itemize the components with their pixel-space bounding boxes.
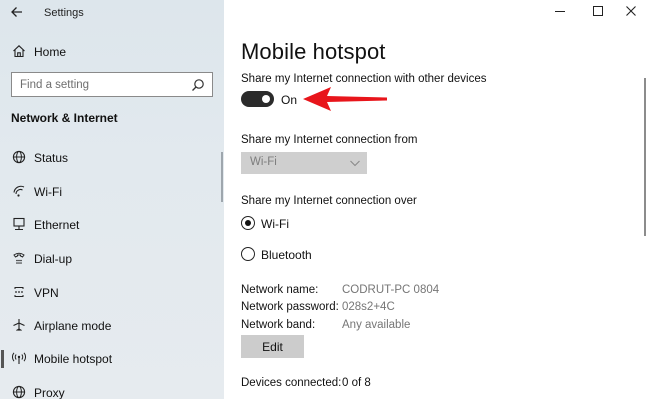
hotspot-icon <box>12 352 26 364</box>
globe-icon <box>12 385 26 399</box>
sidebar-item-label: Wi-Fi <box>34 185 62 199</box>
main-content: Mobile hotspot Share my Internet connect… <box>224 0 648 399</box>
network-password-value: 028s2+4C <box>342 301 395 313</box>
devices-connected-value: 0 of 8 <box>342 377 371 389</box>
globe-icon <box>12 150 26 164</box>
share-over-label: Share my Internet connection over <box>241 195 417 207</box>
airplane-icon <box>13 319 25 331</box>
sidebar-item-dial-up[interactable]: Dial-up <box>0 244 224 274</box>
back-arrow-icon[interactable] <box>9 4 25 20</box>
network-band-label: Network band: <box>241 319 316 331</box>
maximize-icon[interactable] <box>591 4 605 18</box>
devices-connected-label: Devices connected: <box>241 377 342 389</box>
sidebar-item-status[interactable]: Status <box>0 143 224 173</box>
radio-label: Bluetooth <box>261 248 312 262</box>
hotspot-toggle[interactable] <box>241 91 274 107</box>
home-icon <box>13 45 25 58</box>
selection-marker <box>1 350 4 368</box>
sidebar-item-wifi[interactable]: Wi-Fi <box>0 177 224 207</box>
radio-button[interactable] <box>241 216 255 230</box>
main-scrollbar[interactable] <box>644 78 646 236</box>
search-placeholder: Find a setting <box>20 79 90 91</box>
title-bar: Settings <box>0 0 224 26</box>
annotation-arrow-icon <box>303 87 387 111</box>
chevron-down-icon <box>350 160 360 167</box>
sidebar-item-label: Airplane mode <box>34 319 112 333</box>
devices-connected-row: Devices connected: 0 of 8 <box>241 377 541 391</box>
sidebar-item-label: Status <box>34 151 69 165</box>
wifi-icon <box>13 185 25 197</box>
close-icon[interactable] <box>624 4 638 18</box>
sidebar-item-label: VPN <box>34 286 59 300</box>
toggle-state-label: On <box>281 93 298 107</box>
share-connection-label: Share my Internet connection with other … <box>241 73 487 85</box>
app-title: Settings <box>44 7 84 19</box>
sidebar-item-label: Dial-up <box>34 252 73 266</box>
sidebar-item-label: Ethernet <box>34 218 80 232</box>
ethernet-icon <box>13 217 25 231</box>
toggle-knob <box>262 95 270 103</box>
phone-icon <box>13 252 25 264</box>
sidebar-item-label: Home <box>34 45 67 59</box>
network-name-value: CODRUT-PC 0804 <box>342 284 440 296</box>
share-from-dropdown[interactable]: Wi-Fi <box>241 152 367 174</box>
sidebar: Settings Home Find a setting Network & I… <box>0 0 224 399</box>
sidebar-item-airplane-mode[interactable]: Airplane mode <box>0 311 224 341</box>
sidebar-scrollbar[interactable] <box>221 152 223 202</box>
search-icon[interactable] <box>191 78 205 92</box>
network-name-row: Network name: CODRUT-PC 0804 <box>241 284 541 298</box>
share-from-value: Wi-Fi <box>250 156 277 168</box>
page-title: Mobile hotspot <box>241 39 386 64</box>
sidebar-section-title: Network & Internet <box>11 111 118 125</box>
share-from-label: Share my Internet connection from <box>241 134 418 146</box>
edit-button[interactable]: Edit <box>241 335 304 358</box>
minimize-icon[interactable] <box>553 4 567 18</box>
network-password-row: Network password: 028s2+4C <box>241 301 541 315</box>
sidebar-item-home[interactable]: Home <box>0 37 224 67</box>
sidebar-item-proxy[interactable]: Proxy <box>0 378 224 399</box>
sidebar-item-ethernet[interactable]: Ethernet <box>0 210 224 240</box>
sidebar-item-label: Proxy <box>34 386 65 399</box>
radio-label: Wi-Fi <box>261 217 289 231</box>
sidebar-item-mobile-hotspot[interactable]: Mobile hotspot <box>0 344 224 374</box>
sidebar-item-vpn[interactable]: VPN <box>0 278 224 308</box>
network-band-value: Any available <box>342 319 411 331</box>
network-band-row: Network band: Any available <box>241 319 541 333</box>
sidebar-item-label: Mobile hotspot <box>34 352 113 366</box>
vpn-icon <box>14 287 24 297</box>
network-name-label: Network name: <box>241 284 319 296</box>
search-input[interactable]: Find a setting <box>11 72 213 97</box>
radio-button[interactable] <box>241 247 255 261</box>
network-password-label: Network password: <box>241 301 339 313</box>
